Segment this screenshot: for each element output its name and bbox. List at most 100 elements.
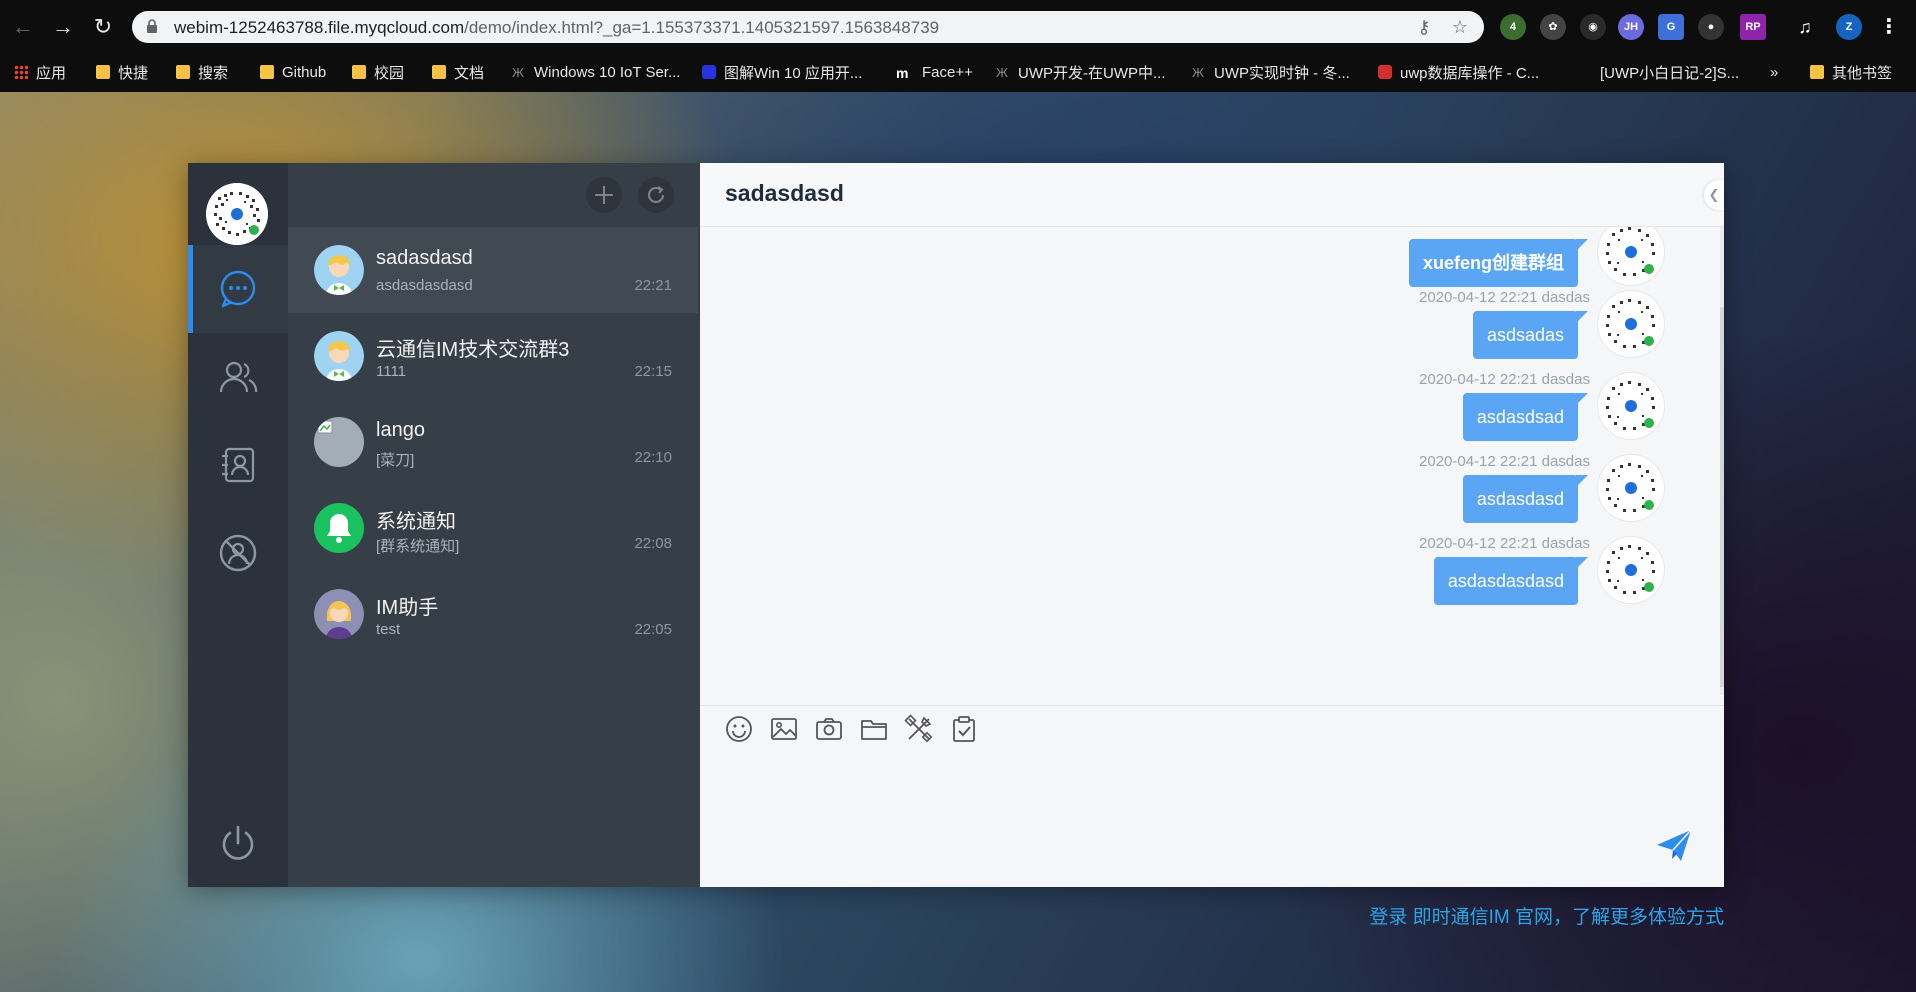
bookmark-folder[interactable]: 文档 xyxy=(432,60,484,84)
back-icon[interactable]: ← xyxy=(8,12,38,42)
conversation-item[interactable]: IM助手 test 22:05 xyxy=(288,571,698,657)
chevron-left-icon: ❮ xyxy=(1708,187,1720,202)
bookmark-label: 校园 xyxy=(374,64,405,82)
bookmark-label: Github xyxy=(282,63,327,81)
conversation-time: 22:10 xyxy=(634,449,672,466)
qr-avatar-icon xyxy=(206,183,268,245)
message-meta: 2020-04-12 22:21 dasdas xyxy=(1419,535,1590,552)
media-icon[interactable]: ♫ xyxy=(1792,14,1818,40)
refresh-icon xyxy=(648,186,664,203)
conversation-name: sadasdasd xyxy=(376,247,473,269)
bookmark-apps[interactable]: 应用 xyxy=(14,60,66,84)
overflow-chevron-icon: » xyxy=(1770,63,1779,81)
conversation-item[interactable]: 系统通知 [群系统通知] 22:08 xyxy=(288,485,698,571)
message-composer[interactable] xyxy=(700,705,1724,887)
bookmark-folder[interactable]: 快捷 xyxy=(96,60,148,84)
bookmark-link[interactable]: uwp数据库操作 - C... xyxy=(1378,60,1539,84)
sender-avatar[interactable] xyxy=(1598,291,1664,357)
key-icon[interactable]: ⚷ xyxy=(1414,17,1434,37)
conversation-item[interactable]: sadasdasd asdasdasdasd 22:21 xyxy=(288,227,698,313)
extension-bird-icon[interactable]: ✿ xyxy=(1540,14,1566,40)
clipboard-check-icon[interactable] xyxy=(949,714,979,744)
sender-avatar[interactable] xyxy=(1598,227,1664,285)
extension-glasses-icon[interactable]: ◉ xyxy=(1580,14,1606,40)
collapse-panel-button[interactable]: ❮ xyxy=(1704,180,1724,210)
tools-icon[interactable] xyxy=(904,714,934,744)
bookmark-link[interactable]: 图解Win 10 应用开... xyxy=(702,60,862,84)
forward-icon[interactable]: → xyxy=(48,12,78,42)
conversation-preview: test xyxy=(376,621,401,638)
menu-icon[interactable]: ⋮ xyxy=(1876,14,1902,40)
bookmark-link[interactable]: [UWP小白日记-2]S... xyxy=(1600,60,1739,84)
rail-item-friends[interactable] xyxy=(188,333,288,421)
bookmark-folder[interactable]: Github xyxy=(260,60,326,84)
qr-avatar-icon xyxy=(1606,227,1655,276)
message-bubble[interactable]: asdasdsad xyxy=(1462,393,1589,441)
bookmark-overflow[interactable]: » xyxy=(1770,60,1778,84)
rail-item-contacts[interactable] xyxy=(188,421,288,509)
star-icon[interactable]: ☆ xyxy=(1450,17,1470,37)
message-item: 2020-04-12 22:21 dasdas asdasdasdasd xyxy=(894,535,1694,615)
bookmark-link[interactable]: m Face++ xyxy=(896,60,973,84)
add-conversation-button[interactable] xyxy=(586,177,622,213)
scrollbar-thumb[interactable] xyxy=(1720,307,1724,687)
message-item: xuefeng创建群组 xyxy=(894,227,1694,297)
bookmark-label: 快捷 xyxy=(118,64,149,82)
message-bubble[interactable]: xuefeng创建群组 xyxy=(1408,239,1589,287)
rail-item-conversations[interactable] xyxy=(188,245,288,333)
conversation-item[interactable]: 云通信IM技术交流群3 1111 22:15 xyxy=(288,313,698,399)
sender-avatar[interactable] xyxy=(1598,537,1664,603)
extension-icon[interactable]: 4 xyxy=(1500,14,1526,40)
folder-icon[interactable] xyxy=(859,714,889,744)
nav-rail xyxy=(188,163,288,887)
folder-icon xyxy=(176,65,190,79)
chat-panel: sadasdasd ❮ xuefeng创建群组 2020-04-12 22:21… xyxy=(700,163,1724,887)
bookmark-label: 图解Win 10 应用开... xyxy=(724,64,863,82)
site-icon: Ж xyxy=(996,65,1009,80)
cartoon-boy-avatar-icon xyxy=(314,245,364,295)
message-bubble[interactable]: asdasdasdasd xyxy=(1433,557,1589,605)
bookmark-label: 文档 xyxy=(454,64,485,82)
message-list[interactable]: xuefeng创建群组 2020-04-12 22:21 dasdas asds… xyxy=(700,227,1724,695)
conversation-avatar xyxy=(314,417,364,467)
my-avatar[interactable] xyxy=(206,183,268,245)
extension-circle-icon[interactable]: ● xyxy=(1698,14,1724,40)
profile-extension-icon[interactable]: JH xyxy=(1618,14,1644,40)
bookmark-folder[interactable]: 校园 xyxy=(352,60,404,84)
site-icon: Ж xyxy=(1192,65,1205,80)
image-icon[interactable] xyxy=(769,714,799,744)
address-bar[interactable]: webim-1252463788.file.myqcloud.com/demo/… xyxy=(132,11,1484,43)
im-app-window: sadasdasd asdasdasdasd 22:21 云通信IM技术交流群3… xyxy=(188,163,1724,887)
official-site-link[interactable]: 登录 即时通信IM 官网，了解更多体验方式 xyxy=(1369,902,1724,929)
site-icon: Ж xyxy=(512,65,525,80)
translate-icon[interactable]: G xyxy=(1658,14,1684,40)
browser-chrome: ← → ↻ webim-1252463788.file.myqcloud.com… xyxy=(0,0,1916,92)
message-bubble[interactable]: asdsadas xyxy=(1472,311,1589,359)
message-bubble[interactable]: asdasdasd xyxy=(1462,475,1589,523)
sender-avatar[interactable] xyxy=(1598,373,1664,439)
refresh-button[interactable] xyxy=(638,177,674,213)
user-avatar-icon[interactable]: Z xyxy=(1836,14,1862,40)
rail-item-blacklist[interactable] xyxy=(188,509,288,597)
logout-button[interactable] xyxy=(188,799,288,887)
bookmark-link[interactable]: Ж Windows 10 IoT Ser... xyxy=(512,60,680,84)
send-button[interactable] xyxy=(1654,826,1694,866)
conversation-time: 22:08 xyxy=(634,535,672,552)
bookmark-link[interactable]: Ж UWP开发-在UWP中... xyxy=(996,60,1166,84)
sender-avatar[interactable] xyxy=(1598,455,1664,521)
bookmark-folder-other[interactable]: 其他书签 xyxy=(1810,60,1892,84)
conversation-item[interactable]: lango [菜刀] 22:10 xyxy=(288,399,698,485)
bookmark-label: 搜索 xyxy=(198,64,229,82)
extension-rp-icon[interactable]: RP xyxy=(1740,14,1766,40)
message-scrollbar[interactable] xyxy=(1720,227,1724,695)
bookmark-label: UWP开发-在UWP中... xyxy=(1018,64,1166,82)
emoji-icon[interactable] xyxy=(724,714,754,744)
conversation-preview: asdasdasdasd xyxy=(376,277,473,294)
conversation-avatar xyxy=(314,503,364,553)
bookmark-folder[interactable]: 搜索 xyxy=(176,60,228,84)
camera-icon[interactable] xyxy=(814,714,844,744)
bookmark-link[interactable]: Ж UWP实现时钟 - 冬... xyxy=(1192,60,1350,84)
bookmark-label: [UWP小白日记-2]S... xyxy=(1600,64,1740,82)
folder-icon xyxy=(1810,65,1824,79)
reload-icon[interactable]: ↻ xyxy=(88,12,118,42)
